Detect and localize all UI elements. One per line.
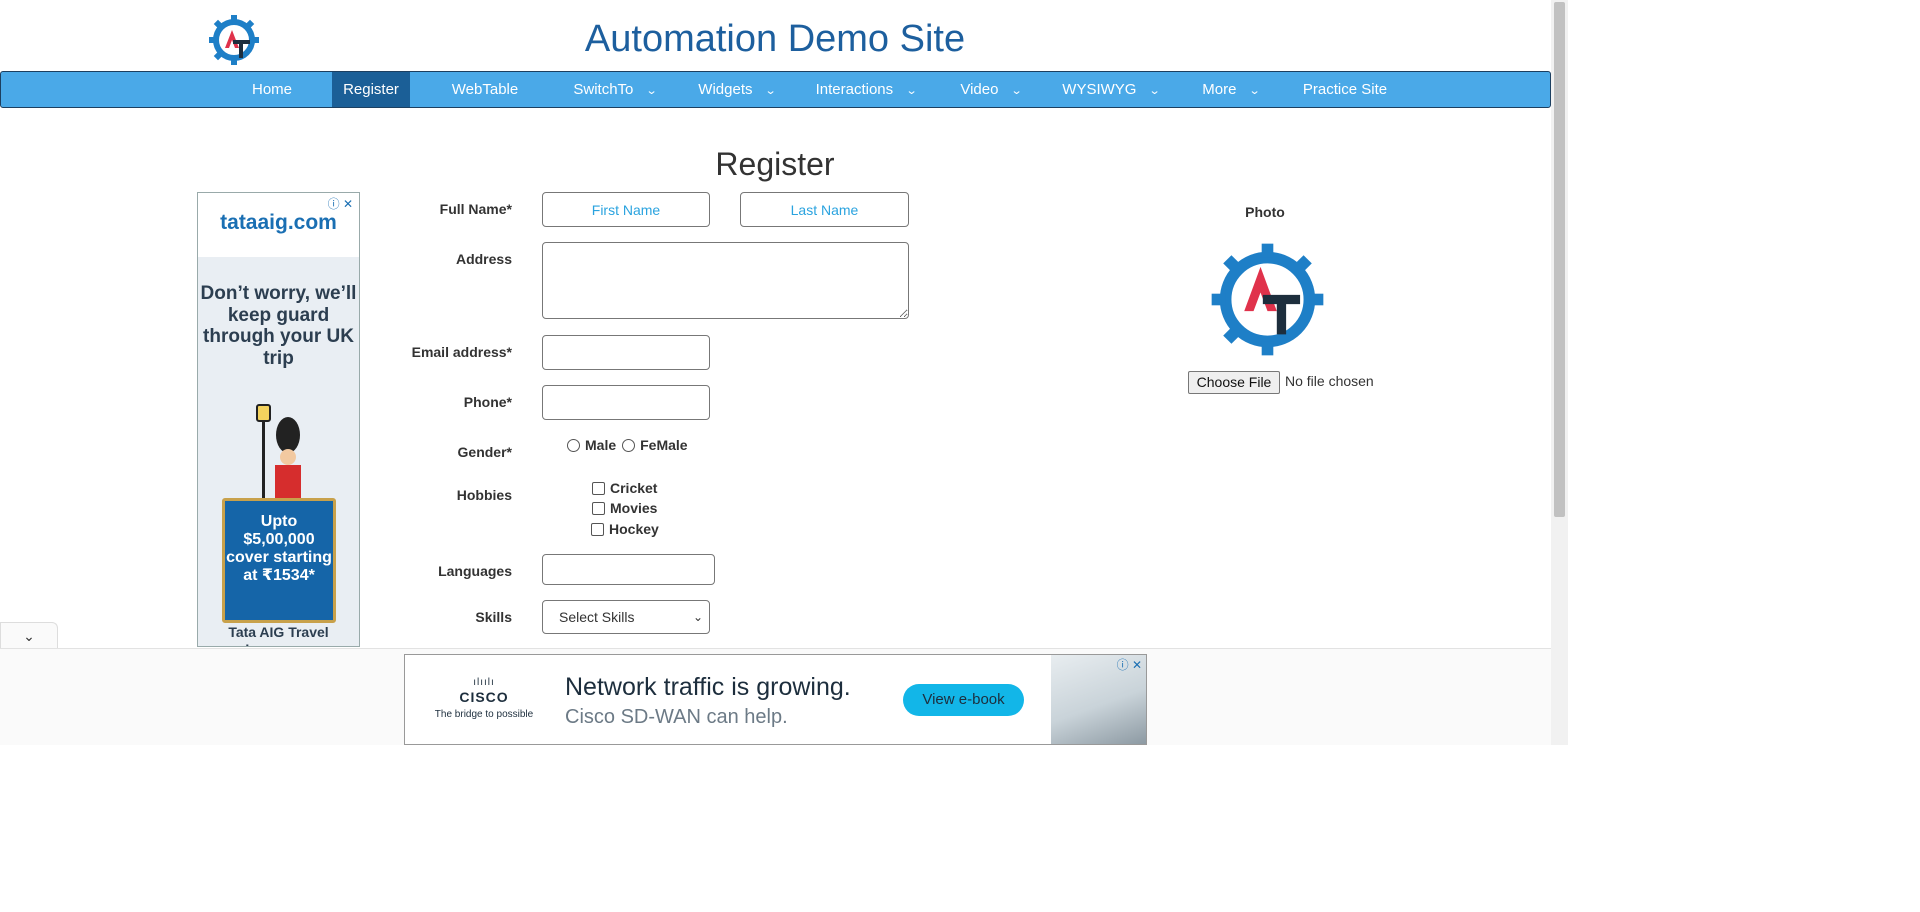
nav-switchto[interactable]: SwitchTo ⌄ xyxy=(567,72,663,107)
chevron-down-icon: ⌄ xyxy=(646,85,659,97)
cisco-logo: ılıılı CISCO The bridge to possible xyxy=(429,677,539,720)
ad-copy: Don’t worry, we’ll keep guard through yo… xyxy=(200,283,357,369)
full-name-label: Full Name* xyxy=(439,201,512,217)
nav-register[interactable]: Register xyxy=(332,72,410,107)
languages-multiselect[interactable] xyxy=(542,554,715,585)
nav-video[interactable]: Video ⌄ xyxy=(953,72,1029,107)
skills-select[interactable]: Select Skills ⌄ xyxy=(542,600,710,634)
nav-practice-site[interactable]: Practice Site xyxy=(1297,72,1393,107)
cricket-checkbox[interactable] xyxy=(592,481,605,495)
hockey-checkbox[interactable] xyxy=(591,522,604,536)
address-textarea[interactable] xyxy=(542,242,909,319)
phone-input[interactable] xyxy=(542,385,710,420)
page-scrollbar[interactable] xyxy=(1551,0,1568,745)
chevron-down-icon: ⌄ xyxy=(692,610,703,624)
cisco-brand: CISCO xyxy=(459,689,509,705)
file-status-text: No file chosen xyxy=(1285,373,1374,389)
email-input[interactable] xyxy=(542,335,710,370)
skills-select-value: Select Skills xyxy=(559,609,635,625)
main-navbar: Home Register WebTable SwitchTo ⌄ Widgets… xyxy=(0,71,1551,108)
hockey-label: Hockey xyxy=(609,521,659,537)
guard-illustration-icon xyxy=(256,404,301,503)
gender-label: Gender* xyxy=(457,444,512,460)
languages-label: Languages xyxy=(438,563,512,579)
hockey-option: Hockey xyxy=(591,521,659,537)
scrollbar-thumb[interactable] xyxy=(1554,2,1565,517)
photo-label: Photo xyxy=(1245,204,1285,220)
ad-footer: Tata AIG Travel Insurance xyxy=(228,624,329,646)
collapse-ad-button[interactable]: ⌄ xyxy=(0,622,58,648)
female-radio-label: FeMale xyxy=(640,437,688,453)
email-label: Email address* xyxy=(411,344,512,360)
site-title: Automation Demo Site xyxy=(584,18,966,60)
page-heading: Register xyxy=(715,146,835,182)
cricket-option: Cricket xyxy=(592,480,657,496)
ad-headline: Network traffic is growing. xyxy=(565,673,851,701)
nav-interactions[interactable]: Interactions ⌄ xyxy=(811,72,921,107)
nav-wysiwyg[interactable]: WYSIWYG ⌄ xyxy=(1059,72,1163,107)
male-radio[interactable] xyxy=(567,438,580,452)
profile-photo-image xyxy=(1211,243,1324,356)
chevron-down-icon: ⌄ xyxy=(905,85,918,97)
ad-close-icon[interactable]: ⓘ ✕ xyxy=(1117,656,1142,673)
cisco-tagline: The bridge to possible xyxy=(434,709,534,720)
chevron-down-icon: ⌄ xyxy=(1249,85,1262,97)
ad-brand: tataaig.com xyxy=(220,211,337,234)
left-advertisement[interactable]: tataaig.com ⓘ ✕ Don’t worry, we’ll keep … xyxy=(197,192,360,647)
last-name-input[interactable] xyxy=(740,192,909,227)
male-radio-label: Male xyxy=(585,437,617,453)
gender-options: Male FeMale xyxy=(565,437,688,453)
phone-label: Phone* xyxy=(463,394,512,410)
nav-home[interactable]: Home xyxy=(241,72,303,107)
bottom-advertisement[interactable]: ılıılı CISCO The bridge to possible Netw… xyxy=(404,654,1147,745)
chevron-down-icon: ⌄ xyxy=(1149,85,1162,97)
chevron-down-icon: ⌄ xyxy=(23,628,35,644)
movies-checkbox[interactable] xyxy=(592,501,605,515)
view-ebook-button[interactable]: View e-book xyxy=(903,684,1024,716)
address-label: Address xyxy=(455,251,512,267)
hobbies-label: Hobbies xyxy=(456,487,512,503)
female-radio[interactable] xyxy=(622,438,636,452)
skills-label: Skills xyxy=(475,609,512,625)
nav-more[interactable]: More ⌄ xyxy=(1197,72,1265,107)
chevron-down-icon: ⌄ xyxy=(1011,85,1024,97)
chevron-down-icon: ⌄ xyxy=(765,85,778,97)
ad-info-icon[interactable]: ⓘ ✕ xyxy=(328,195,353,212)
cricket-label: Cricket xyxy=(610,480,658,496)
movies-label: Movies xyxy=(610,500,658,516)
cisco-bars-icon: ılıılı xyxy=(473,677,495,688)
movies-option: Movies xyxy=(592,500,657,516)
nav-webtable[interactable]: WebTable xyxy=(441,72,529,107)
nav-widgets[interactable]: Widgets ⌄ xyxy=(691,72,783,107)
ad-offer-banner: Upto $5,00,000 cover starting at ₹1534* xyxy=(222,498,336,623)
choose-file-button[interactable]: Choose File xyxy=(1188,371,1280,394)
first-name-input[interactable] xyxy=(542,192,710,227)
ad-subline: Cisco SD-WAN can help. xyxy=(565,706,788,728)
